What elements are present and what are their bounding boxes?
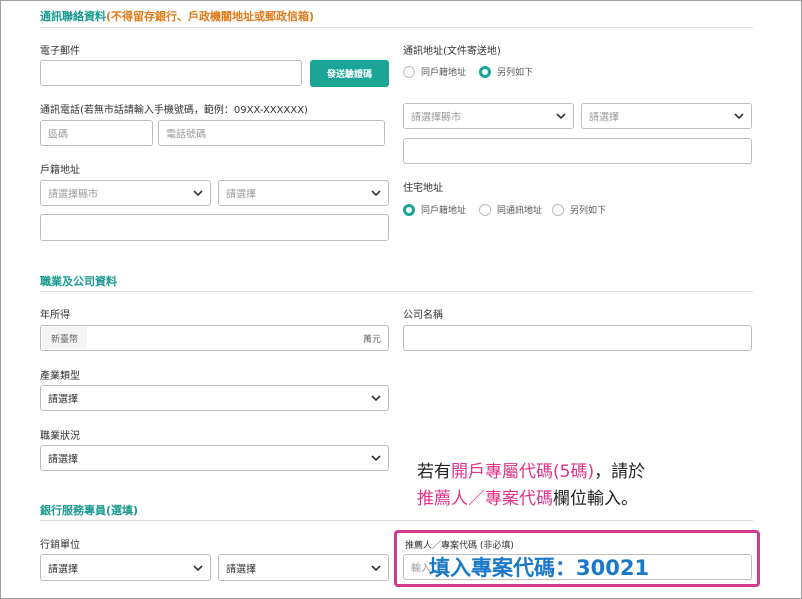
mailing-address-detail-input[interactable] xyxy=(403,138,752,164)
area-code-placeholder: 區碼 xyxy=(48,129,68,141)
callout-line-1: 若有開戶專屬代碼(5碼)，請於 xyxy=(417,457,645,482)
callout-line1-pre: 若有 xyxy=(417,462,451,482)
household-city-placeholder: 請選擇縣市 xyxy=(48,189,98,201)
email-label: 電子郵件 xyxy=(40,46,80,57)
job-status-label: 職業狀況 xyxy=(40,431,80,442)
phone-label: 通訊電話(若無市話請輸入手機號碼，範例：09XX-XXXXXX) xyxy=(40,105,308,116)
radio-unchecked-icon xyxy=(479,203,491,216)
phone-number-input[interactable]: 電話號碼 xyxy=(158,120,385,146)
callout-code-highlight: 開戶專屬代碼(5碼) xyxy=(451,462,595,482)
marketing-unit-select-2[interactable]: 請選擇 xyxy=(218,554,389,581)
annual-income-label: 年所得 xyxy=(40,310,70,321)
chevron-down-icon xyxy=(193,564,203,571)
residential-address-label: 住宅地址 xyxy=(403,183,443,194)
contact-section-divider xyxy=(40,27,753,28)
callout-line-2: 推薦人／專案代碼欄位輸入。 xyxy=(417,484,638,509)
mailing-city-select[interactable]: 請選擇縣市 xyxy=(403,103,574,129)
industry-select[interactable]: 請選擇 xyxy=(40,385,389,411)
company-name-input[interactable] xyxy=(403,325,752,351)
chevron-down-icon xyxy=(371,190,381,197)
contact-section-title: 通訊聯絡資料(不得留存銀行、戶政機關地址或郵政信箱) xyxy=(40,8,314,24)
household-address-label: 戶籍地址 xyxy=(40,165,80,176)
job-status-selected-value: 請選擇 xyxy=(48,454,78,466)
mailing-district-placeholder: 請選擇 xyxy=(589,112,619,124)
callout-line1-post: ，請於 xyxy=(594,462,646,482)
chevron-down-icon xyxy=(371,564,381,571)
mailing-district-select[interactable]: 請選擇 xyxy=(581,103,752,129)
chevron-down-icon xyxy=(193,190,203,197)
residential-option-label: 同通訊地址 xyxy=(497,206,543,216)
unit-suffix: 萬元 xyxy=(356,327,387,349)
household-district-select[interactable]: 請選擇 xyxy=(218,180,389,206)
household-city-select[interactable]: 請選擇縣市 xyxy=(40,180,211,206)
marketing-unit-select-1[interactable]: 請選擇 xyxy=(40,554,211,581)
radio-unchecked-icon xyxy=(552,203,564,216)
marketing-unit-value-1: 請選擇 xyxy=(48,564,78,575)
email-field[interactable] xyxy=(40,60,302,86)
radio-checked-icon xyxy=(403,203,415,216)
radio-unchecked-icon xyxy=(403,65,415,78)
company-name-label: 公司名稱 xyxy=(403,310,443,321)
residential-option-same-as-household[interactable]: 同戶籍地址 xyxy=(403,203,466,216)
specialist-section-title: 銀行服務專員(選填) xyxy=(40,504,139,517)
area-code-input[interactable]: 區碼 xyxy=(40,120,153,146)
industry-selected-value: 請選擇 xyxy=(48,394,78,406)
specialist-section-divider xyxy=(40,520,753,521)
mailing-option-label: 同戶籍地址 xyxy=(421,68,467,78)
residential-option-label: 另列如下 xyxy=(570,206,607,216)
callout-field-highlight: 推薦人／專案代碼 xyxy=(417,489,553,509)
chevron-down-icon xyxy=(371,395,381,402)
job-section-title: 職業及公司資料 xyxy=(40,275,117,288)
mailing-option-list-below[interactable]: 另列如下 xyxy=(479,65,533,78)
job-section-divider xyxy=(40,291,753,292)
chevron-down-icon xyxy=(556,113,566,120)
send-verification-code-button[interactable]: 發送驗證碼 xyxy=(310,60,389,87)
industry-label: 產業類型 xyxy=(40,371,80,382)
chevron-down-icon xyxy=(371,455,381,462)
residential-option-same-as-mailing[interactable]: 同通訊地址 xyxy=(479,203,542,216)
contact-section-title-text: 通訊聯絡資料 xyxy=(40,10,106,23)
contact-section-note: (不得留存銀行、戶政機關地址或郵政信箱) xyxy=(106,10,315,23)
currency-prefix: 新臺幣 xyxy=(42,327,88,349)
radio-checked-icon xyxy=(479,65,491,78)
marketing-unit-label: 行銷單位 xyxy=(40,540,80,551)
mailing-option-same-as-household[interactable]: 同戶籍地址 xyxy=(403,65,466,78)
residential-option-label: 同戶籍地址 xyxy=(421,206,467,216)
mailing-option-label: 另列如下 xyxy=(497,68,534,78)
mailing-city-placeholder: 請選擇縣市 xyxy=(411,112,461,124)
project-code-annotation: 填入專案代碼：30021 xyxy=(429,556,650,580)
chevron-down-icon xyxy=(734,113,744,120)
referrer-placeholder: 輸入 xyxy=(411,563,431,575)
callout-line2-post: 欄位輸入。 xyxy=(553,489,638,509)
marketing-unit-value-2: 請選擇 xyxy=(226,564,256,575)
household-address-detail-input[interactable] xyxy=(40,214,389,241)
referrer-label: 推薦人／專案代碼 (非必填) xyxy=(405,541,514,551)
household-district-placeholder: 請選擇 xyxy=(226,189,256,201)
phone-number-placeholder: 電話號碼 xyxy=(166,129,206,141)
mailing-address-label: 通訊地址(文件寄送地) xyxy=(403,46,501,57)
job-status-select[interactable]: 請選擇 xyxy=(40,445,389,471)
annual-income-input[interactable]: 新臺幣 萬元 xyxy=(40,325,389,351)
residential-option-list-below[interactable]: 另列如下 xyxy=(552,203,606,216)
